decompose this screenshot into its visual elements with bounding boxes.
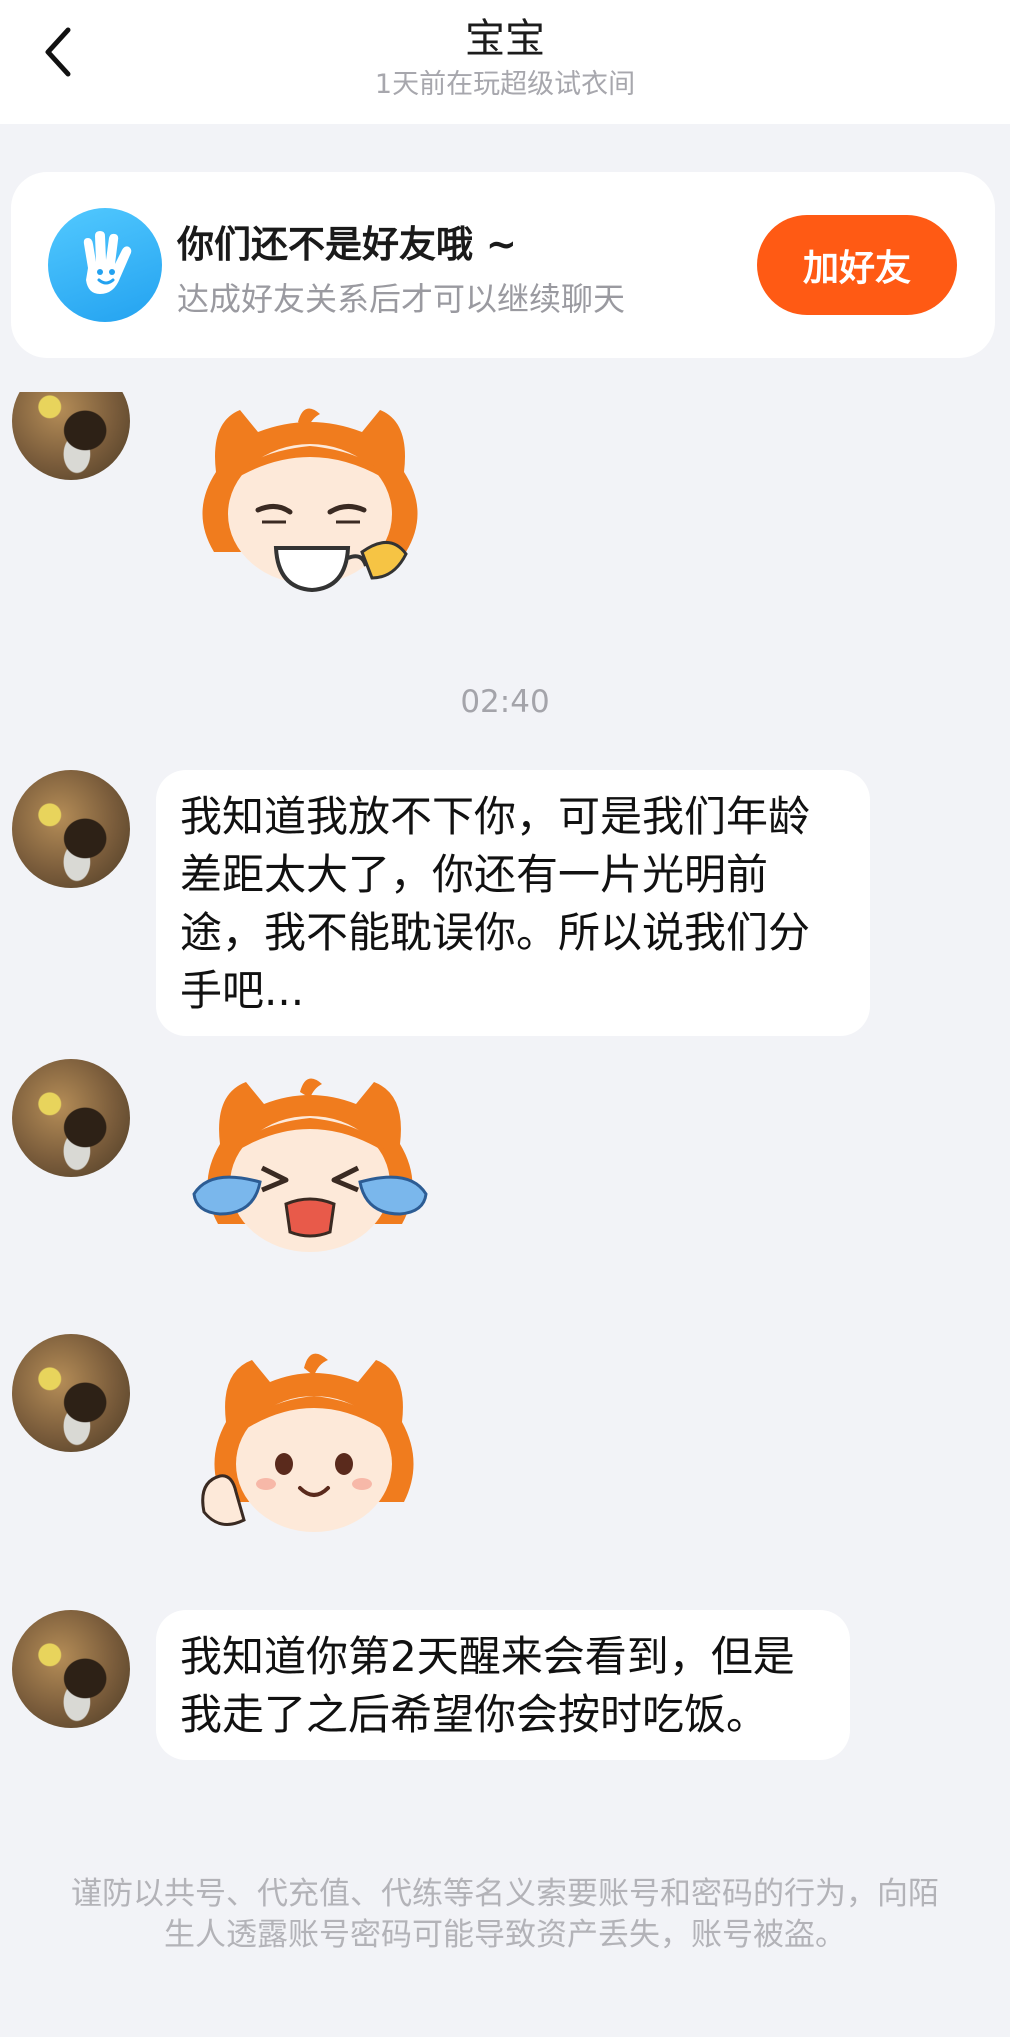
not-friends-banner: 你们还不是好友哦 ~ 达成好友关系后才可以继续聊天 加好友	[11, 172, 995, 358]
chat-header: 宝宝 1天前在玩超级试衣间	[0, 0, 1010, 124]
message-list[interactable]: 02:40 我知道我放不下你，可是我们年龄差距太大了，你还有一片光明前途，我不能…	[0, 392, 1010, 1852]
sticker-mascot-waving[interactable]	[180, 1342, 440, 1552]
message-bubble[interactable]: 我知道我放不下你，可是我们年龄差距太大了，你还有一片光明前途，我不能耽误你。所以…	[156, 770, 870, 1036]
sticker-mascot-sipping-tea[interactable]	[180, 402, 440, 612]
avatar[interactable]	[12, 1334, 130, 1452]
not-friends-subtitle: 达成好友关系后才可以继续聊天	[177, 280, 626, 318]
avatar[interactable]	[12, 1059, 130, 1177]
contact-name: 宝宝	[465, 16, 545, 62]
avatar[interactable]	[12, 770, 130, 888]
sticker-mascot-crying[interactable]	[180, 1064, 440, 1274]
contact-status: 1天前在玩超级试衣间	[374, 69, 636, 100]
hand-wave-icon	[48, 208, 162, 322]
not-friends-title: 你们还不是好友哦 ~	[177, 223, 517, 266]
avatar[interactable]	[12, 392, 130, 480]
message-bubble[interactable]: 我知道你第2天醒来会看到，但是我走了之后希望你会按时吃饭。	[156, 1610, 850, 1760]
security-warning: 谨防以共号、代充值、代练等名义索要账号和密码的行为，向陌生人透露账号密码可能导致…	[71, 1876, 939, 1953]
avatar[interactable]	[12, 1610, 130, 1728]
message-timestamp: 02:40	[460, 684, 550, 720]
add-friend-button[interactable]: 加好友	[757, 215, 957, 315]
